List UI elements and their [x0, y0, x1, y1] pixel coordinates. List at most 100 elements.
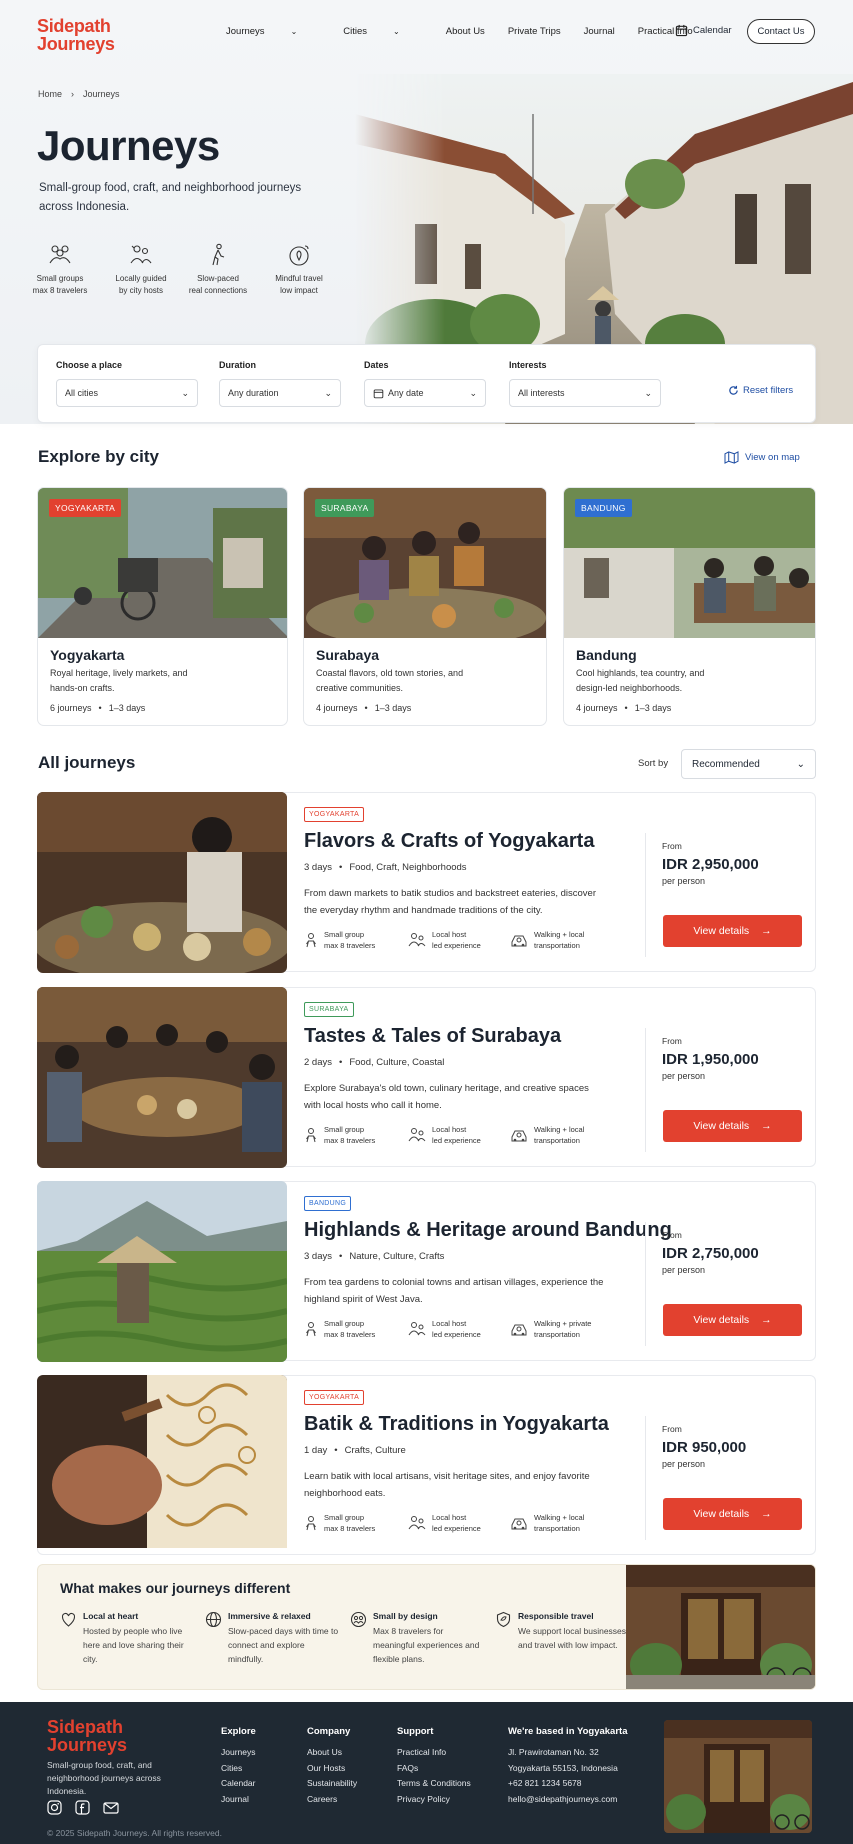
- journey-title[interactable]: Batik & Traditions in Yogyakarta: [304, 1413, 609, 1436]
- nav-item-private-trips[interactable]: Private Trips: [508, 26, 561, 37]
- city-journey-count: 6 journeys: [50, 703, 92, 713]
- view-on-map-link[interactable]: View on map: [724, 451, 800, 464]
- nav-item-about[interactable]: About Us: [446, 26, 485, 37]
- journey-tag: BANDUNG: [304, 1196, 352, 1211]
- journey-meta: 3 days • Nature, Culture, Crafts: [304, 1251, 444, 1262]
- chevron-down-icon: ⌄: [324, 387, 332, 398]
- journey-photo: [37, 987, 287, 1168]
- reset-filters-button[interactable]: Reset filters: [728, 385, 793, 396]
- view-details-button[interactable]: View details →: [663, 1304, 802, 1336]
- bullet-separator: •: [334, 1445, 338, 1456]
- journey-card[interactable]: SURABAYA Tastes & Tales of Surabaya 2 da…: [37, 987, 816, 1168]
- city-card-yogyakarta[interactable]: YOGYAKARTA Yogyakarta Royal heritage, li…: [37, 487, 288, 726]
- filter-duration-value: Any duration: [228, 388, 279, 398]
- chevron-right-icon: ›: [71, 89, 75, 99]
- footer-link[interactable]: Journeys: [221, 1747, 256, 1757]
- journey-themes: Nature, Culture, Crafts: [349, 1251, 445, 1262]
- bullet-separator: •: [364, 703, 368, 713]
- feature-line2: led experience: [432, 1330, 481, 1339]
- card-divider: [645, 1416, 646, 1540]
- journey-feature-group: Small group max 8 travelers: [304, 1512, 375, 1534]
- feature-line1: Walking + local: [534, 1513, 585, 1522]
- feature-line1: Local host: [432, 1125, 467, 1134]
- contact-us-button[interactable]: Contact Us: [747, 19, 815, 44]
- filter-interests-value: All interests: [518, 388, 565, 398]
- feature-line2: max 8 travelers: [324, 1136, 376, 1145]
- footer-link[interactable]: FAQs: [397, 1763, 471, 1773]
- sort-label: Sort by: [638, 758, 669, 769]
- filter-bar: Choose a place All cities ⌄ Duration Any …: [37, 344, 816, 423]
- filter-interests-select[interactable]: All interests ⌄: [509, 379, 661, 407]
- filter-place-select[interactable]: All cities ⌄: [56, 379, 198, 407]
- footer-link[interactable]: Sustainability: [307, 1778, 357, 1788]
- city-meta: 4 journeys • 1–3 days: [576, 703, 671, 713]
- card-divider: [645, 1222, 646, 1346]
- feature-line1: Small group: [324, 1125, 365, 1134]
- journey-title[interactable]: Highlands & Heritage around Bandung: [304, 1219, 672, 1242]
- facebook-icon[interactable]: [75, 1800, 90, 1815]
- footer-logo[interactable]: Sidepath Journeys: [47, 1718, 127, 1754]
- price-from-label: From: [662, 1230, 682, 1240]
- nav-item-journal[interactable]: Journal: [584, 26, 615, 37]
- feature-line1: Walking + local: [534, 1125, 585, 1134]
- city-name: Bandung: [576, 647, 637, 663]
- footer-link[interactable]: Careers: [307, 1794, 357, 1804]
- calendar-link[interactable]: Calendar: [675, 24, 732, 37]
- footer-storefront-photo: [664, 1720, 812, 1833]
- all-journeys-title: All journeys: [38, 753, 136, 772]
- footer-link[interactable]: Privacy Policy: [397, 1794, 471, 1804]
- breadcrumb-home[interactable]: Home: [38, 89, 62, 99]
- city-name: Yogyakarta: [50, 647, 125, 663]
- journey-meta: 1 day • Crafts, Culture: [304, 1445, 406, 1456]
- filter-duration-select[interactable]: Any duration ⌄: [219, 379, 341, 407]
- group-icon: [350, 1611, 367, 1628]
- journey-feature-host: Local host led experience: [408, 1318, 481, 1340]
- journey-title[interactable]: Flavors & Crafts of Yogyakarta: [304, 830, 594, 853]
- mail-icon[interactable]: [103, 1800, 119, 1815]
- journey-days: 3 days: [304, 862, 332, 873]
- filter-dates-select[interactable]: Any date ⌄: [364, 379, 486, 407]
- nav-item-cities[interactable]: Cities ⌄: [343, 26, 422, 37]
- nav-item-journeys[interactable]: Journeys ⌄: [226, 26, 320, 37]
- brand-logo[interactable]: Sidepath Journeys: [37, 17, 115, 53]
- footer-link[interactable]: Cities: [221, 1763, 256, 1773]
- view-details-button[interactable]: View details →: [663, 1110, 802, 1142]
- shield-leaf-icon: [496, 1611, 511, 1628]
- footer-col-contact: We're based in Yogyakarta Jl. Prawirotam…: [508, 1726, 627, 1809]
- journey-card[interactable]: YOGYAKARTA Flavors & Crafts of Yogyakart…: [37, 792, 816, 973]
- view-details-button[interactable]: View details →: [663, 915, 802, 947]
- city-card-surabaya[interactable]: SURABAYA Surabaya Coastal flavors, old t…: [303, 487, 547, 726]
- journey-card[interactable]: YOGYAKARTA Batik & Traditions in Yogyaka…: [37, 1375, 816, 1555]
- arrow-right-icon: →: [761, 1508, 772, 1520]
- filter-interests-label: Interests: [509, 360, 547, 370]
- journey-card[interactable]: BANDUNG Highlands & Heritage around Band…: [37, 1181, 816, 1362]
- footer-link[interactable]: Our Hosts: [307, 1763, 357, 1773]
- journey-days: 3 days: [304, 1251, 332, 1262]
- city-card-bandung[interactable]: BANDUNG Bandung Cool highlands, tea coun…: [563, 487, 816, 726]
- journey-price: IDR 2,950,000: [662, 856, 759, 873]
- walker-icon: [212, 243, 225, 266]
- footer-link[interactable]: Journal: [221, 1794, 256, 1804]
- footer-link[interactable]: Practical Info: [397, 1747, 471, 1757]
- footer-email[interactable]: hello@sidepathjourneys.com: [508, 1794, 627, 1804]
- city-badge: YOGYAKARTA: [49, 499, 122, 517]
- footer-link[interactable]: Calendar: [221, 1778, 256, 1788]
- view-details-button[interactable]: View details →: [663, 1498, 802, 1530]
- person-icon: [306, 1322, 316, 1337]
- footer-col-title: Support: [397, 1726, 434, 1737]
- feature-line1: Local host: [432, 1319, 467, 1328]
- instagram-icon[interactable]: [47, 1800, 62, 1815]
- journey-days: 2 days: [304, 1057, 332, 1068]
- journey-title[interactable]: Tastes & Tales of Surabaya: [304, 1025, 561, 1048]
- why-item-title: Immersive & relaxed: [228, 1611, 311, 1621]
- footer-col-company: Company About Us Our Hosts Sustainabilit…: [307, 1726, 357, 1809]
- per-person-label: per person: [662, 1459, 706, 1469]
- footer-link[interactable]: About Us: [307, 1747, 357, 1757]
- footer-copyright: © 2025 Sidepath Journeys. All rights res…: [47, 1828, 222, 1838]
- sort-select[interactable]: Recommended ⌄: [681, 749, 816, 779]
- footer-link[interactable]: Terms & Conditions: [397, 1778, 471, 1788]
- journey-price: IDR 2,750,000: [662, 1245, 759, 1262]
- footer-phone[interactable]: +62 821 1234 5678: [508, 1778, 627, 1788]
- feature-line2: max 8 travelers: [324, 1330, 376, 1339]
- journey-feature-host: Local host led experience: [408, 1512, 481, 1534]
